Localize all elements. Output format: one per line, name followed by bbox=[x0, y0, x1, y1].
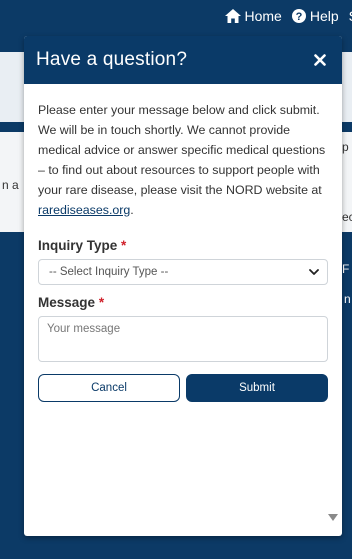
submit-button[interactable]: Submit bbox=[186, 374, 328, 402]
modal-actions: Cancel Submit bbox=[38, 374, 328, 402]
home-label: Home bbox=[244, 8, 282, 24]
intro-text: Please enter your message below and clic… bbox=[38, 103, 326, 217]
svg-text:?: ? bbox=[295, 11, 302, 23]
help-link[interactable]: ? Help bbox=[291, 8, 339, 24]
required-indicator: * bbox=[121, 238, 127, 253]
message-label: Message * bbox=[38, 295, 105, 310]
background-text-fragment: ec bbox=[342, 210, 352, 224]
inquiry-type-select[interactable]: -- Select Inquiry Type -- bbox=[38, 259, 328, 285]
help-label: Help bbox=[309, 8, 339, 24]
help-icon: ? bbox=[291, 9, 306, 23]
close-button[interactable] bbox=[310, 50, 330, 70]
scroll-down-arrow[interactable] bbox=[328, 508, 338, 526]
background-text-fragment: F bbox=[342, 262, 350, 276]
background-text-fragment: n bbox=[344, 292, 351, 306]
inquiry-type-value: -- Select Inquiry Type -- bbox=[49, 266, 169, 278]
required-indicator: * bbox=[98, 295, 105, 310]
triangle-down-icon bbox=[328, 514, 338, 521]
more-nav-fragment: S bbox=[349, 8, 352, 24]
home-link[interactable]: Home bbox=[224, 8, 282, 24]
message-placeholder: Your message bbox=[47, 323, 121, 335]
close-icon bbox=[314, 54, 326, 66]
modal-title: Have a question? bbox=[36, 49, 188, 70]
modal-header: Have a question? bbox=[24, 36, 342, 84]
chevron-down-icon bbox=[309, 268, 319, 275]
nord-website-link[interactable]: rarediseases.org bbox=[38, 203, 130, 217]
site-nav: Home ? Help S bbox=[224, 8, 352, 24]
cancel-button[interactable]: Cancel bbox=[38, 374, 180, 402]
background-text-fragment: n a bbox=[2, 178, 19, 192]
inquiry-type-label: Inquiry Type * bbox=[38, 238, 127, 253]
question-modal: Have a question? Please enter your messa… bbox=[24, 36, 342, 536]
message-textarea[interactable]: Your message bbox=[38, 316, 328, 362]
home-icon bbox=[224, 9, 241, 23]
modal-body: Please enter your message below and clic… bbox=[24, 84, 342, 402]
background-text-fragment: p bbox=[342, 140, 349, 154]
